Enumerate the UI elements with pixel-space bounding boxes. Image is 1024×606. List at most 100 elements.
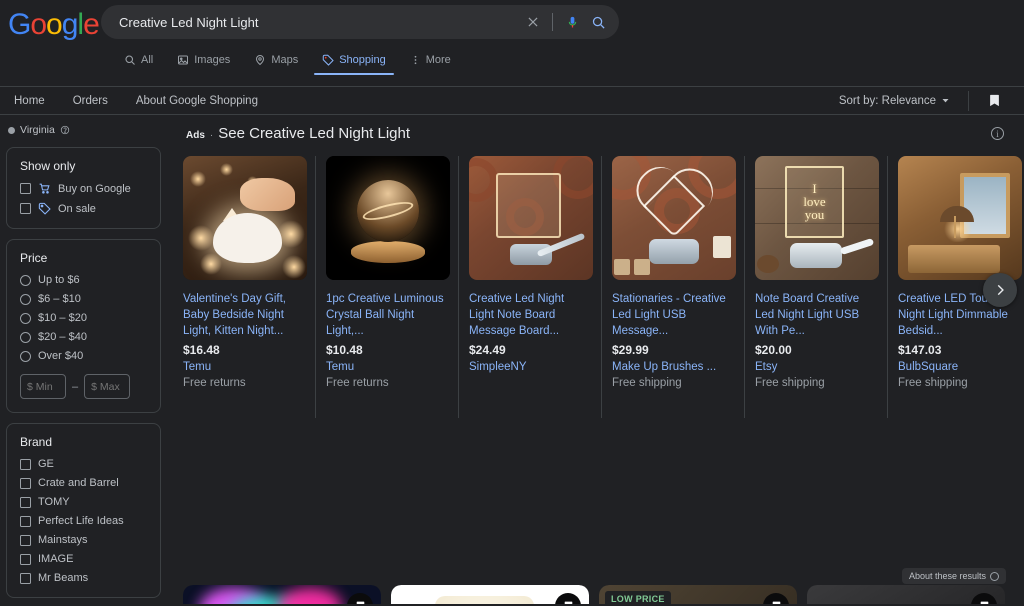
ad-card[interactable]: 1pc Creative Luminous Crystal Ball Night… (326, 156, 459, 418)
search-submit-icon[interactable] (585, 9, 611, 35)
ads-header: Ads · See Creative Led Night Light (183, 125, 1024, 142)
filter-option-price-4[interactable]: Over $40 (20, 350, 147, 362)
filter-label: Buy on Google (58, 182, 131, 195)
filter-option-brand-5[interactable]: IMAGE (20, 553, 147, 565)
filter-label: Mainstays (38, 534, 88, 546)
subnav-item-orders[interactable]: Orders (59, 95, 122, 107)
about-these-results-button[interactable]: About these results (901, 568, 1006, 584)
ad-title[interactable]: Stationaries - Creative Led Light USB Me… (612, 291, 734, 339)
result-thumbnail[interactable] (183, 585, 381, 604)
ad-merchant[interactable]: BulbSquare (898, 361, 1020, 373)
filter-option-brand-4[interactable]: Mainstays (20, 534, 147, 546)
ad-price: $24.49 (469, 343, 506, 357)
location-indicator[interactable]: Virginia (6, 124, 175, 147)
filter-option-brand-0[interactable]: GE (20, 458, 147, 470)
help-circle-icon[interactable] (60, 125, 70, 135)
ad-thumbnail[interactable]: Ilove you (755, 156, 879, 280)
ad-thumbnail[interactable] (898, 156, 1022, 280)
price-range-dash: – (72, 380, 79, 393)
chevron-right-icon (997, 284, 1004, 296)
ad-card[interactable]: Valentine's Day Gift, Baby Bedside Night… (183, 156, 316, 418)
ad-title[interactable]: 1pc Creative Luminous Crystal Ball Night… (326, 291, 448, 339)
filter-option-price-0[interactable]: Up to $6 (20, 274, 147, 286)
result-thumbnail[interactable]: LOW PRICE (599, 585, 797, 604)
result-card[interactable] (183, 585, 381, 604)
filter-label: Over $40 (38, 350, 84, 362)
filter-label: On sale (58, 202, 96, 215)
ad-merchant[interactable]: SimpleeNY (469, 361, 591, 373)
carousel-next-button[interactable] (983, 273, 1017, 307)
microphone-icon[interactable] (559, 9, 585, 35)
saved-items-button[interactable] (969, 93, 1016, 108)
price-max-input[interactable] (84, 374, 131, 399)
bookmark-icon (990, 94, 999, 107)
subnav-item-home[interactable]: Home (0, 95, 59, 107)
result-card[interactable]: LOW PRICE (599, 585, 797, 604)
ad-thumbnail[interactable] (612, 156, 736, 280)
filter-option-brand-1[interactable]: Crate and Barrel (20, 477, 147, 489)
checkbox-icon[interactable] (20, 458, 31, 470)
radio-icon[interactable] (20, 331, 31, 343)
subnav-item-about-google-shopping[interactable]: About Google Shopping (122, 95, 272, 107)
filter-option-price-1[interactable]: $6 – $10 (20, 293, 147, 305)
radio-icon[interactable] (20, 350, 31, 362)
price-range-inputs: – (20, 374, 147, 399)
ad-merchant[interactable]: Temu (326, 361, 448, 373)
search-bar[interactable] (101, 5, 619, 39)
sort-by-dropdown[interactable]: Sort by: Relevance (839, 95, 968, 107)
ad-thumbnail[interactable] (469, 156, 593, 280)
ad-title[interactable]: Creative Led Night Light Note Board Mess… (469, 291, 591, 339)
checkbox-icon[interactable] (20, 515, 31, 527)
tab-shopping[interactable]: Shopping (310, 54, 398, 75)
result-card[interactable] (391, 585, 589, 604)
ad-price: $10.48 (326, 343, 363, 357)
ads-label: Ads (186, 130, 205, 141)
filter-option-brand-6[interactable]: Mr Beams (20, 572, 147, 584)
tab-images[interactable]: Images (165, 54, 242, 75)
ads-info-icon[interactable]: i (991, 127, 1004, 140)
ad-title[interactable]: Note Board Creative Led Night Light USB … (755, 291, 877, 339)
main-content: Ads · See Creative Led Night Light i Val… (175, 115, 1024, 604)
filter-option-on-sale[interactable]: On sale (20, 202, 147, 215)
ad-price: $147.03 (898, 343, 942, 357)
radio-icon[interactable] (20, 312, 31, 324)
checkbox-icon[interactable] (20, 183, 31, 194)
filter-option-brand-3[interactable]: Perfect Life Ideas (20, 515, 147, 527)
result-card[interactable] (807, 585, 1005, 604)
price-min-input[interactable] (20, 374, 66, 399)
checkbox-icon[interactable] (20, 534, 31, 546)
checkbox-icon[interactable] (20, 477, 31, 489)
ad-card[interactable]: Stationaries - Creative Led Light USB Me… (612, 156, 745, 418)
tab-all[interactable]: All (112, 54, 165, 75)
tab-maps[interactable]: Maps (242, 54, 310, 75)
checkbox-icon[interactable] (20, 572, 31, 584)
ad-shipping: Free shipping (755, 377, 825, 389)
shopping-subnav: Home Orders About Google Shopping Sort b… (0, 86, 1024, 115)
search-input[interactable] (117, 13, 520, 31)
ad-thumbnail[interactable] (326, 156, 450, 280)
checkbox-icon[interactable] (20, 203, 31, 214)
filter-option-price-3[interactable]: $20 – $40 (20, 331, 147, 343)
ad-merchant[interactable]: Make Up Brushes ... (612, 361, 734, 373)
ad-thumbnail[interactable] (183, 156, 307, 280)
tab-more[interactable]: More (398, 54, 463, 75)
clear-search-icon[interactable] (520, 9, 546, 35)
ad-merchant[interactable]: Etsy (755, 361, 877, 373)
checkbox-icon[interactable] (20, 553, 31, 565)
filter-label: GE (38, 458, 54, 470)
google-logo[interactable]: Google (8, 8, 100, 42)
sort-by-label: Sort by: Relevance (838, 94, 936, 107)
ad-card[interactable]: Creative Led Night Light Note Board Mess… (469, 156, 602, 418)
result-thumbnail[interactable] (807, 585, 1005, 604)
ad-card[interactable]: Ilove you Note Board Creative Led Night L… (755, 156, 888, 418)
radio-icon[interactable] (20, 274, 31, 286)
filter-option-buy-on-google[interactable]: Buy on Google (20, 182, 147, 195)
subnav-right-controls: Sort by: Relevance (839, 90, 1016, 111)
radio-icon[interactable] (20, 293, 31, 305)
filter-option-price-2[interactable]: $10 – $20 (20, 312, 147, 324)
result-thumbnail[interactable] (391, 585, 589, 604)
ad-merchant[interactable]: Temu (183, 361, 305, 373)
ad-title[interactable]: Valentine's Day Gift, Baby Bedside Night… (183, 291, 305, 339)
filter-option-brand-2[interactable]: TOMY (20, 496, 147, 508)
checkbox-icon[interactable] (20, 496, 31, 508)
